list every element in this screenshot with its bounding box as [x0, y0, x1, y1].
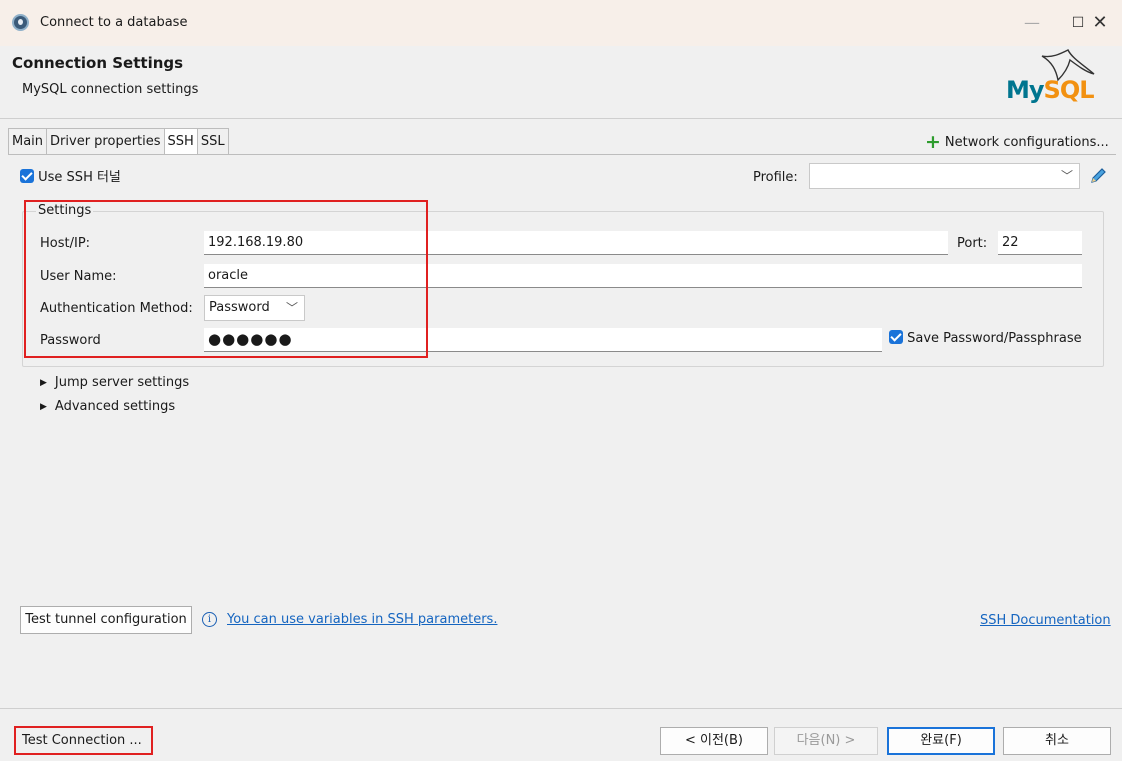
ssh-documentation-link[interactable]: SSH Documentation — [980, 613, 1111, 628]
page-title: Connection Settings — [12, 54, 184, 72]
profile-label: Profile: — [753, 170, 798, 185]
cancel-button[interactable]: 취소 — [1003, 727, 1111, 755]
port-input[interactable]: 22 — [998, 231, 1082, 255]
triangle-right-icon: ▶ — [40, 402, 47, 412]
use-ssh-checkbox[interactable]: Use SSH 터널 — [20, 166, 121, 185]
info-icon: i — [202, 612, 217, 627]
mysql-logo: MySQL — [998, 46, 1114, 110]
checkbox-checked-icon — [20, 169, 34, 183]
network-configurations-label: Network configurations... — [944, 135, 1109, 150]
chevron-down-icon: ﹀ — [1060, 169, 1073, 183]
tab-bar: Main Driver properties SSH SSL — [8, 128, 229, 154]
settings-highlight-box — [24, 200, 428, 358]
tab-driver-properties[interactable]: Driver properties — [46, 128, 165, 154]
footer-divider — [0, 708, 1122, 709]
save-password-label: Save Password/Passphrase — [907, 331, 1082, 346]
window-titlebar: Connect to a database — ☐ ✕ — [0, 0, 1122, 46]
profile-select[interactable]: ﹀ — [809, 163, 1080, 189]
page-subtitle: MySQL connection settings — [22, 82, 199, 97]
close-button[interactable]: ✕ — [1080, 8, 1120, 38]
network-configurations-link[interactable]: + Network configurations... — [925, 131, 1109, 153]
dbeaver-app-icon — [12, 14, 29, 31]
window-title: Connect to a database — [40, 15, 188, 30]
minimize-button[interactable]: — — [1012, 8, 1052, 38]
mysql-logo-text: MySQL — [1006, 76, 1095, 104]
save-password-checkbox[interactable]: Save Password/Passphrase — [889, 330, 1082, 346]
advanced-settings-label: Advanced settings — [54, 399, 176, 414]
header-divider — [0, 118, 1122, 119]
checkbox-checked-icon — [889, 330, 903, 344]
jump-server-label: Jump server settings — [54, 375, 190, 390]
dialog-header: Connection Settings MySQL connection set… — [0, 46, 1122, 118]
triangle-right-icon: ▶ — [40, 378, 47, 388]
advanced-settings-expander[interactable]: ▶ Advanced settings — [40, 399, 175, 414]
ssh-variables-link[interactable]: You can use variables in SSH parameters. — [227, 612, 497, 627]
edit-profile-pencil-icon[interactable] — [1088, 166, 1108, 186]
port-label: Port: — [957, 236, 988, 251]
tab-main[interactable]: Main — [8, 128, 48, 154]
plus-icon: + — [925, 131, 941, 153]
tab-ssh[interactable]: SSH — [163, 128, 198, 154]
back-button[interactable]: < 이전(B) — [660, 727, 768, 755]
finish-button[interactable]: 완료(F) — [887, 727, 995, 755]
jump-server-expander[interactable]: ▶ Jump server settings — [40, 375, 189, 390]
use-ssh-label: Use SSH 터널 — [38, 170, 121, 185]
test-connection-highlight-box — [14, 726, 153, 755]
test-tunnel-button[interactable]: Test tunnel configuration — [20, 606, 192, 634]
tab-ssl[interactable]: SSL — [196, 128, 229, 154]
next-button[interactable]: 다음(N) > — [774, 727, 878, 755]
